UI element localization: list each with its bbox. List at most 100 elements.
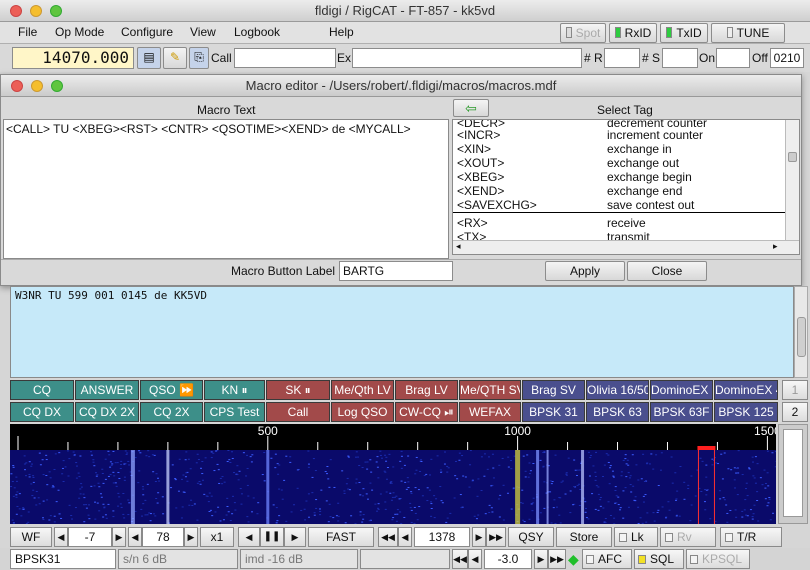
macro-button[interactable]: CQ DX 2X — [75, 402, 139, 422]
macro-button[interactable]: SK ⏸ — [266, 380, 330, 400]
receive-scroll-thumb[interactable] — [797, 317, 806, 357]
waterfall-scale[interactable]: 5001000150020002500 — [10, 424, 781, 450]
ref-increase-icon[interactable]: ▶ — [112, 527, 126, 547]
pause-wf-icon[interactable]: ❚❚ — [260, 527, 284, 547]
store-button[interactable]: Store — [556, 527, 612, 547]
macro-button-label-input[interactable]: BARTG — [339, 261, 453, 281]
macro-button[interactable]: QSO ⏩ — [140, 380, 203, 400]
apply-button[interactable]: Apply — [545, 261, 625, 281]
tx-level-slider[interactable] — [778, 424, 808, 524]
dialog-zoom-icon[interactable] — [51, 80, 63, 92]
tr-toggle[interactable]: T/R — [720, 527, 782, 547]
squelch-fast-up-icon[interactable]: ▶▶ — [548, 549, 566, 569]
lock-toggle[interactable]: Lk — [614, 527, 658, 547]
log-lookup-icon[interactable]: ▤ — [137, 47, 161, 69]
call-input[interactable] — [234, 48, 336, 68]
tag-list-item[interactable]: <XBEG> exchange begin — [457, 170, 777, 184]
frequency-display[interactable]: 14070.000 — [12, 47, 134, 69]
save-log-icon[interactable]: ⎘ — [189, 47, 209, 69]
macro-button[interactable]: KN ⏸ — [204, 380, 265, 400]
tag-list-item[interactable]: <XEND> exchange end — [457, 184, 777, 198]
squelch-down-icon[interactable]: ◀ — [468, 549, 482, 569]
freq-fast-up-icon[interactable]: ▶▶ — [486, 527, 506, 547]
tag-list-item[interactable]: <SAVEXCHG> save contest out — [457, 198, 777, 212]
menu-file[interactable]: File — [18, 25, 37, 39]
macro-set-1-button[interactable]: 1 — [782, 380, 808, 400]
macro-button[interactable]: Call — [266, 402, 330, 422]
receive-scrollbar[interactable] — [794, 286, 808, 378]
macro-button[interactable]: BPSK 63F — [650, 402, 713, 422]
scroll-right-wf-icon[interactable]: ▶ — [284, 527, 306, 547]
freq-value[interactable]: 1378 — [414, 527, 470, 547]
macro-button[interactable]: BPSK 125 — [714, 402, 778, 422]
macro-button[interactable]: CQ 2X — [140, 402, 203, 422]
macro-button[interactable]: WEFAX — [459, 402, 521, 422]
rxid-toggle[interactable]: RxID — [609, 23, 657, 43]
squelch-value[interactable]: -3.0 — [484, 549, 532, 569]
macro-text-area[interactable]: <CALL> TU <XBEG><RST> <CNTR> <QSOTIME><X… — [3, 119, 449, 259]
clear-broom-icon[interactable]: ✎ — [163, 47, 187, 69]
range-value[interactable]: 78 — [142, 527, 184, 547]
freq-down-icon[interactable]: ◀ — [398, 527, 412, 547]
qsy-button[interactable]: QSY — [508, 527, 554, 547]
range-decrease-icon[interactable]: ◀ — [128, 527, 142, 547]
scroll-left-wf-icon[interactable]: ◀ — [238, 527, 260, 547]
txid-toggle[interactable]: TxID — [660, 23, 708, 43]
freq-fast-down-icon[interactable]: ◀◀ — [378, 527, 398, 547]
tag-list-item[interactable]: <XIN> exchange in — [457, 142, 777, 156]
insert-tag-arrow-icon[interactable]: ⇦ — [453, 99, 489, 117]
zoom-window-icon[interactable] — [50, 5, 62, 17]
range-increase-icon[interactable]: ▶ — [184, 527, 198, 547]
macro-button[interactable]: CPS Test — [204, 402, 265, 422]
macro-button[interactable]: Log QSO — [331, 402, 394, 422]
tag-list-item[interactable]: <INCR> increment counter — [457, 128, 777, 142]
macro-button[interactable]: CW-CQ ⏯ — [395, 402, 458, 422]
macro-button[interactable]: BPSK 63 — [586, 402, 649, 422]
macro-button[interactable]: Me/Qth LV — [331, 380, 394, 400]
macro-button[interactable]: DominoEX 4 — [714, 380, 778, 400]
macro-button[interactable]: CQ — [10, 380, 74, 400]
reverse-toggle[interactable]: Rv — [660, 527, 716, 547]
wf-mode-button[interactable]: WF — [10, 527, 52, 547]
mode-status[interactable]: BPSK31 — [10, 549, 116, 569]
macro-button[interactable]: Me/QTH SV — [459, 380, 521, 400]
spot-toggle[interactable]: Spot — [560, 23, 606, 43]
tag-list[interactable]: <DECR> decrement counter <INCR> increment c… — [452, 119, 800, 255]
freq-up-icon[interactable]: ▶ — [472, 527, 486, 547]
macro-button[interactable]: Brag SV — [522, 380, 585, 400]
tag-list-item[interactable]: <RX> receive — [457, 216, 777, 230]
dialog-close-icon[interactable] — [11, 80, 23, 92]
receive-text-pane[interactable]: W3NR TU 599 001 0145 de KK5VD — [10, 286, 794, 378]
off-time-input[interactable]: 0210 — [770, 48, 804, 68]
macro-button[interactable]: CQ DX — [10, 402, 74, 422]
squelch-up-icon[interactable]: ▶ — [534, 549, 548, 569]
tag-list-item[interactable]: <XOUT> exchange out — [457, 156, 777, 170]
menu-view[interactable]: View — [190, 25, 216, 39]
menu-op-mode[interactable]: Op Mode — [55, 25, 104, 39]
wf-speed-button[interactable]: FAST — [308, 527, 374, 547]
ref-decrease-icon[interactable]: ◀ — [54, 527, 68, 547]
scroll-right-icon[interactable]: ▸ — [773, 241, 778, 252]
close-button[interactable]: Close — [627, 261, 707, 281]
squelch-fast-down-icon[interactable]: ◀◀ — [452, 549, 468, 569]
sql-toggle[interactable]: SQL — [634, 549, 684, 569]
afc-toggle[interactable]: AFC — [582, 549, 632, 569]
minimize-window-icon[interactable] — [30, 5, 42, 17]
menu-help[interactable]: Help — [329, 25, 354, 39]
menu-logbook[interactable]: Logbook — [234, 25, 280, 39]
macro-button[interactable]: Brag LV — [395, 380, 458, 400]
macro-button[interactable]: ANSWER — [75, 380, 139, 400]
tune-toggle[interactable]: TUNE — [711, 23, 785, 43]
tag-list-vscrollbar[interactable] — [785, 120, 799, 240]
close-window-icon[interactable] — [10, 5, 22, 17]
rst-rcvd-input[interactable] — [604, 48, 640, 68]
tag-list-hscrollbar[interactable]: ◂ ▸ — [453, 240, 799, 254]
ref-level-value[interactable]: -7 — [68, 527, 112, 547]
scroll-left-icon[interactable]: ◂ — [456, 241, 461, 252]
zoom-button[interactable]: x1 — [200, 527, 234, 547]
macro-button[interactable]: Olivia 16/500 — [586, 380, 649, 400]
dialog-minimize-icon[interactable] — [31, 80, 43, 92]
exchange-input[interactable] — [352, 48, 582, 68]
macro-set-2-button[interactable]: 2 — [782, 402, 808, 422]
menu-configure[interactable]: Configure — [121, 25, 173, 39]
